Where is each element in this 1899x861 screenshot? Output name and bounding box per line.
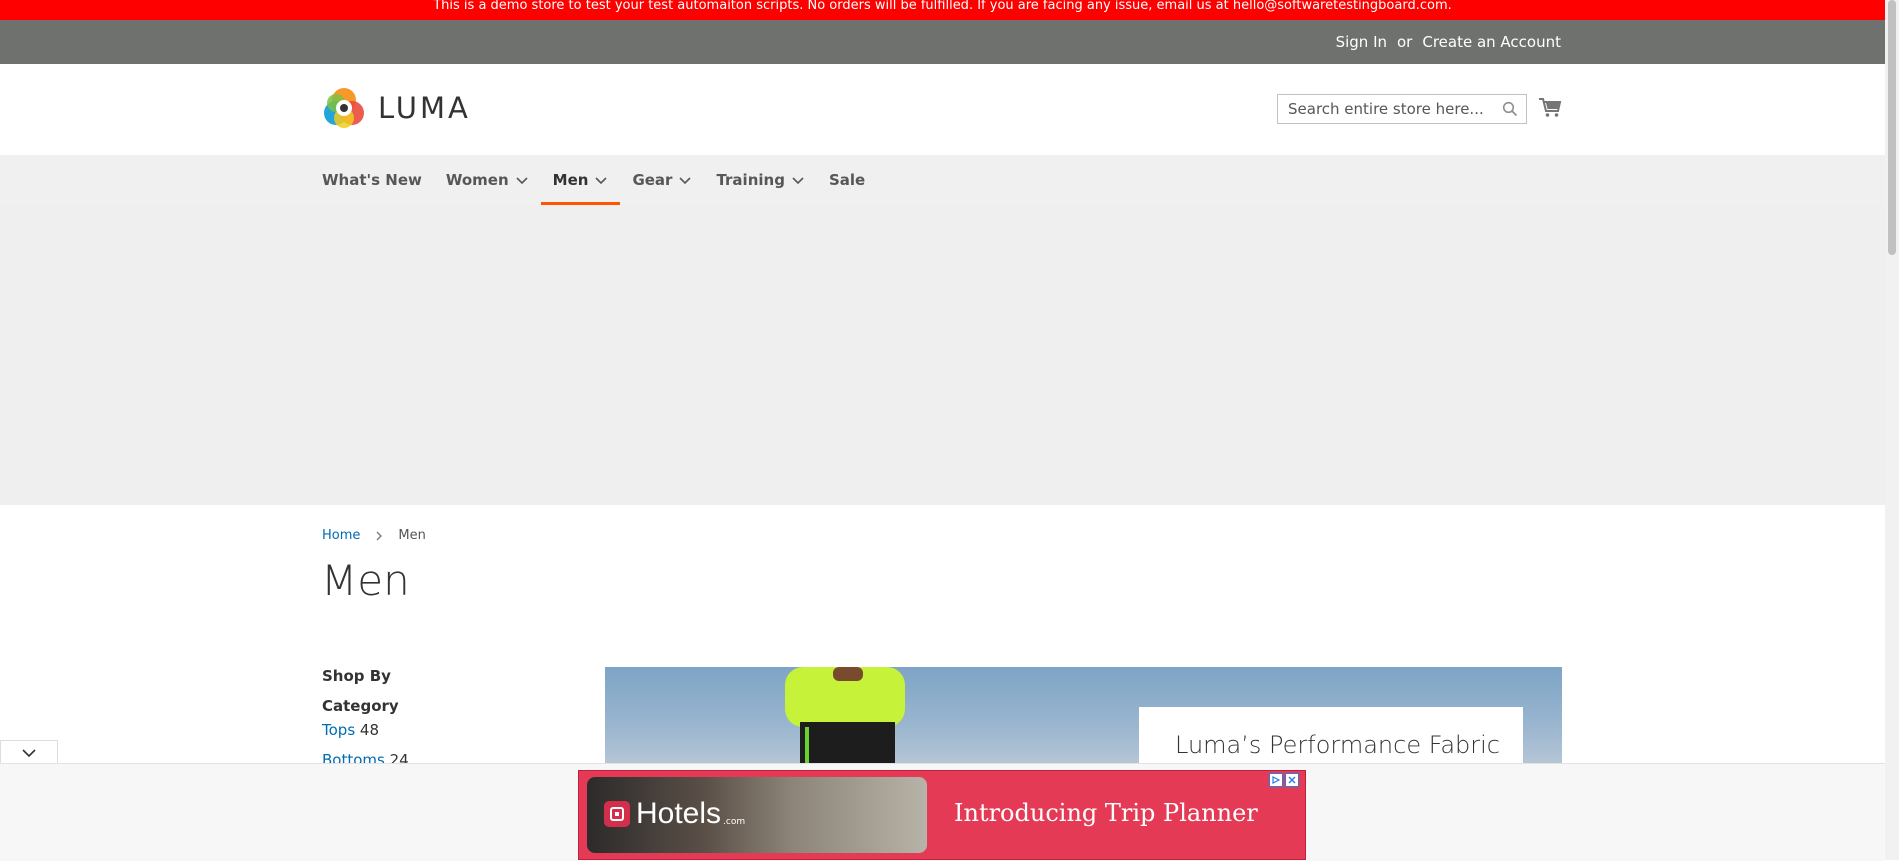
ad-collapse-button[interactable] [0,740,58,764]
hotels-logo-icon [604,801,630,827]
page-scrollbar[interactable] [1885,0,1899,860]
ad-headline: Introducing Trip Planner [954,799,1258,827]
nav-item-women[interactable]: Women [434,155,541,205]
filter-link-tops[interactable]: Tops [322,721,355,739]
search-icon[interactable] [1502,101,1518,121]
hotels-advertisement[interactable]: Hotels .com Introducing Trip Planner [578,770,1306,860]
breadcrumb: Home Men [322,528,426,543]
search-box [1277,94,1527,124]
breadcrumb-current: Men [398,528,426,543]
header-links: Sign In or Create an Account [1336,20,1561,64]
nav-item-whats-new[interactable]: What's New [322,155,434,205]
nav-item-label: Women [445,171,509,189]
runner-image [785,667,905,767]
nav-item-training[interactable]: Training [704,155,816,205]
ad-brand-name: Hotels [636,797,722,830]
page-title: Men [321,556,410,605]
category-filter-label: Category [322,697,399,715]
demo-notice-banner: This is a demo store to test your test a… [0,0,1885,20]
chevron-right-icon [376,531,383,540]
category-filter-title[interactable]: Category [322,697,399,715]
filter-count: 48 [359,721,380,739]
promo-text-box: Luma’s Performance Fabric [1139,707,1523,767]
category-promo-banner[interactable]: Luma’s Performance Fabric [605,667,1562,767]
chevron-down-icon [595,177,608,185]
nav-item-label: Men [552,171,589,189]
main-navigation: What's New Women Men Gear Training Sale [0,155,1885,205]
shopping-cart-icon[interactable] [1538,97,1562,123]
nav-item-label: Sale [828,171,866,189]
scrollbar-thumb[interactable] [1888,0,1896,255]
search-input[interactable] [1278,95,1508,123]
filter-option-tops: Tops 48 [322,721,379,739]
nav-item-gear[interactable]: Gear [620,155,704,205]
site-header: LUMA [0,64,1885,155]
chevron-down-icon [679,177,692,185]
shop-by-heading: Shop By [322,667,391,685]
chevron-down-icon [516,177,528,185]
nav-item-label: Training [716,171,785,189]
ad-brand-suffix: .com [723,817,746,827]
demo-notice-text: This is a demo store to test your test a… [433,0,1452,13]
breadcrumb-home-link[interactable]: Home [322,528,360,543]
nav-item-label: Gear [632,171,673,189]
ad-controls [1269,773,1299,787]
ad-close-icon[interactable] [1285,773,1299,787]
or-separator: or [1397,33,1413,51]
nav-item-sale[interactable]: Sale [817,155,877,205]
logo-text: LUMA [378,91,471,125]
chevron-down-icon [792,177,804,185]
top-header-bar: Sign In or Create an Account [0,20,1885,64]
luma-logo[interactable]: LUMA [322,86,471,130]
nav-item-label: What's New [322,171,422,189]
ad-brand-logo: Hotels .com [604,797,745,831]
nav-item-men[interactable]: Men [540,155,621,205]
create-account-link[interactable]: Create an Account [1422,33,1561,51]
ad-choices-icon[interactable] [1269,773,1283,787]
chevron-down-icon [22,748,36,757]
nav-menu: What's New Women Men Gear Training Sale [322,155,877,205]
sign-in-link[interactable]: Sign In [1336,33,1387,51]
hero-placeholder [0,205,1885,505]
luma-logo-icon [324,88,364,128]
promo-title: Luma’s Performance Fabric [1175,731,1500,759]
